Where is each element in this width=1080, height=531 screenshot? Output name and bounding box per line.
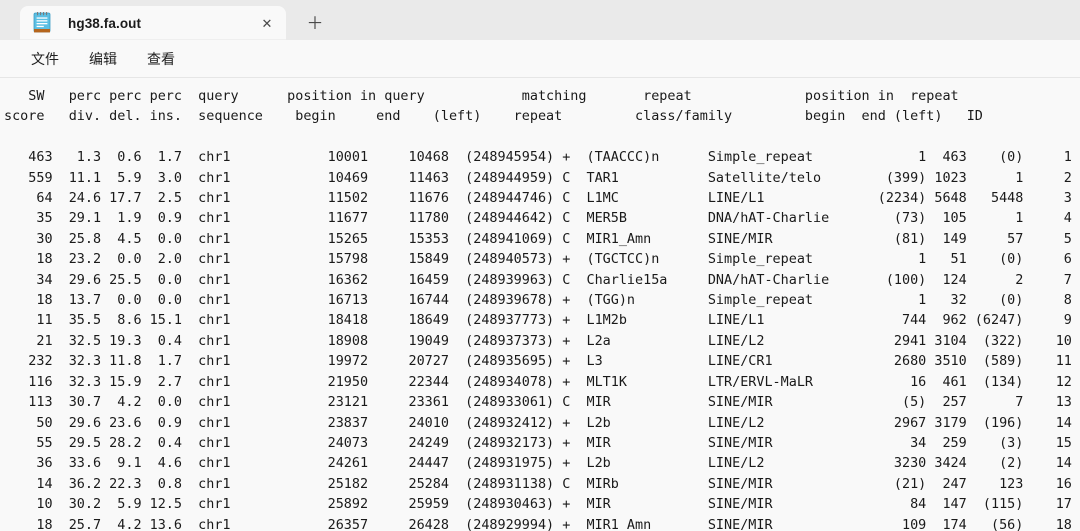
tab-hg38-fa-out[interactable]: hg38.fa.out ✕	[20, 6, 286, 40]
text-viewport[interactable]: SW perc perc perc query position in quer…	[0, 78, 1080, 531]
menu-edit[interactable]: 编辑	[80, 45, 126, 73]
new-tab-button[interactable]: ＋	[298, 8, 332, 38]
tab-title: hg38.fa.out	[68, 15, 142, 31]
close-icon[interactable]: ✕	[254, 10, 280, 36]
tab-strip: hg38.fa.out ✕ ＋	[0, 0, 1080, 40]
notepad-icon	[33, 12, 51, 33]
notepad-window: hg38.fa.out ✕ ＋ 文件 编辑 查看 SW perc perc pe…	[0, 0, 1080, 531]
editor-area[interactable]: SW perc perc perc query position in quer…	[0, 78, 1080, 531]
menu-file[interactable]: 文件	[22, 45, 68, 73]
menu-view[interactable]: 查看	[138, 45, 184, 73]
document-text[interactable]: SW perc perc perc query position in quer…	[0, 87, 1080, 531]
menu-bar: 文件 编辑 查看	[0, 40, 1080, 77]
